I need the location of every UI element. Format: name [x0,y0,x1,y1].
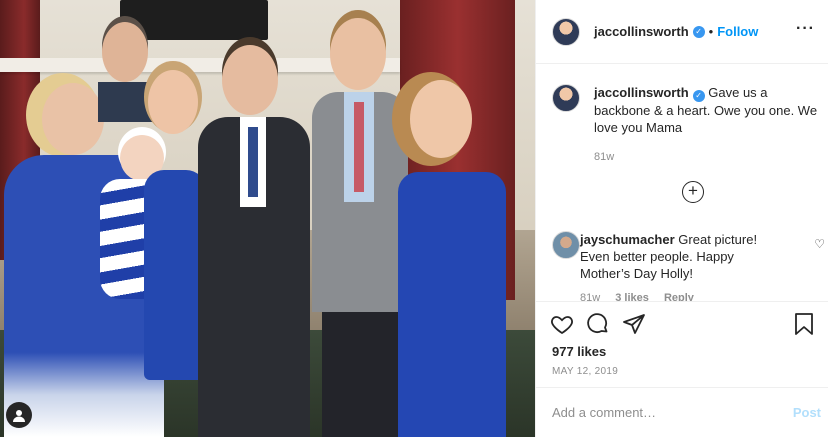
commenter-avatar[interactable] [552,231,580,259]
heart-icon[interactable] [550,312,574,336]
caption-username[interactable]: jaccollinsworth [594,85,689,100]
photo-person [198,45,310,437]
comment-row: jayschumacher Great picture! Even better… [552,231,785,301]
comment-age[interactable]: 81w [580,292,600,301]
post-button[interactable]: Post [793,405,821,420]
author-username[interactable]: jaccollinsworth [594,24,689,39]
comment-likes[interactable]: 3 likes [615,292,649,301]
author-avatar[interactable] [552,17,580,46]
comment-meta: 81w 3 likes Reply [580,292,785,301]
post-header: jaccollinsworth ✓ • Follow ··· [536,0,828,64]
bookmark-icon[interactable] [793,312,815,336]
share-icon[interactable] [622,312,646,336]
comment-like-icon[interactable]: ♡ [814,237,825,251]
comments-list: jaccollinsworth ✓ Gave us a backbone & a … [536,65,828,301]
comment-composer: Post [536,387,828,437]
author-avatar[interactable] [552,84,580,112]
comment-text: jayschumacher Great picture! Even better… [580,231,785,282]
verified-icon: ✓ [692,90,705,102]
post-panel: jaccollinsworth ✓ • Follow ··· jaccollin… [535,0,828,437]
caption-meta: 81w [594,151,826,163]
comment-username[interactable]: jayschumacher [580,232,675,247]
reply-button[interactable]: Reply [664,292,694,301]
post-photo[interactable] [0,0,535,437]
post-date[interactable]: MAY 12, 2019 [552,366,618,377]
follow-button[interactable]: Follow [717,24,758,39]
likes-count[interactable]: 977 likes [552,344,606,359]
more-icon[interactable]: ··· [796,20,815,38]
separator-dot: • [708,24,714,39]
caption-text: jaccollinsworth ✓ Gave us a backbone & a … [594,84,826,136]
comment-icon[interactable] [586,312,610,336]
user-tag-icon[interactable] [6,402,32,428]
photo-person [392,72,532,437]
verified-icon: ✓ [692,25,705,38]
caption-row: jaccollinsworth ✓ Gave us a backbone & a … [552,84,826,163]
action-bar: 977 likes MAY 12, 2019 [536,301,828,387]
comment-input[interactable] [552,405,772,420]
caption-age[interactable]: 81w [594,151,614,163]
add-icon[interactable]: + [682,181,704,203]
